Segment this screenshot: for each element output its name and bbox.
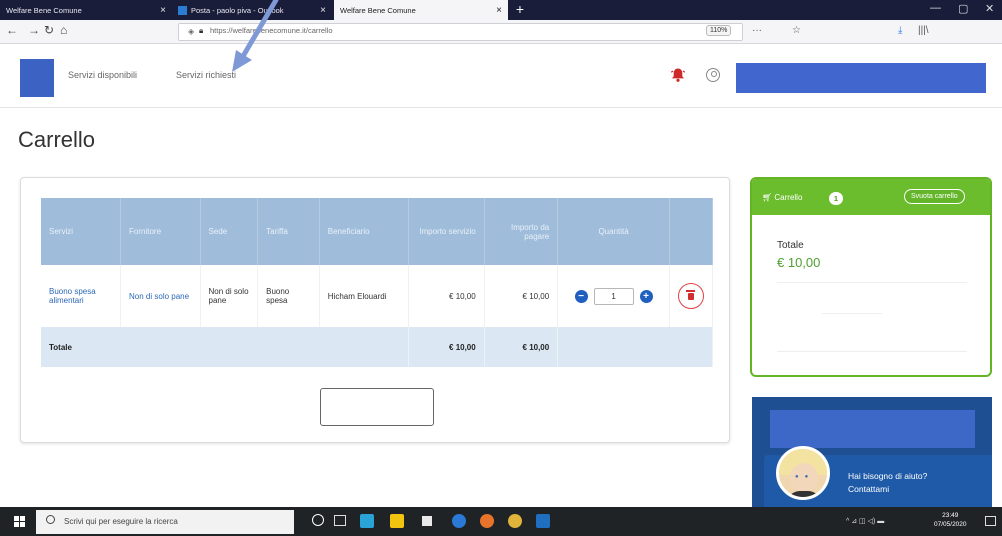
increase-quantity-button[interactable]: +	[639, 289, 653, 303]
task-view-icon[interactable]	[334, 515, 346, 526]
page-title: Carrello	[18, 127, 96, 152]
nav-servizi-disponibili[interactable]: Servizi disponibili	[68, 70, 137, 80]
beneficiario-cell: Hicham Elouardi	[319, 265, 410, 327]
column-header: Importo da pagare	[484, 198, 559, 265]
minimize-button[interactable]: —	[930, 2, 941, 14]
quantity-input[interactable]: 1	[593, 287, 634, 305]
quantity-cell: − 1 +	[557, 265, 670, 327]
system-tray-icons[interactable]: ^ ⊿ ◫ ◁) ▬	[846, 517, 884, 525]
cart-summary-header: 🛒︎ Carrello 1 Svuota carrello	[752, 179, 990, 215]
total-importo-da-pagare: € 10,00	[484, 327, 559, 367]
cart-table: Servizi Fornitore Sede Tariffa Beneficia…	[41, 198, 714, 367]
close-icon[interactable]: ×	[160, 5, 166, 16]
chrome-icon[interactable]	[508, 514, 522, 528]
app-icon-2[interactable]	[536, 514, 550, 528]
divider	[777, 351, 967, 352]
annotation-arrow-icon	[232, 0, 279, 72]
divider	[822, 313, 882, 314]
provider-link[interactable]: Non di solo pane	[120, 265, 201, 327]
summary-total-label: Totale	[777, 240, 804, 251]
tab-title: Welfare Bene Comune	[340, 5, 416, 15]
cart-icon: 🛒︎	[762, 193, 773, 202]
notification-bell-icon[interactable]	[670, 67, 686, 87]
service-link[interactable]: Buono spesa alimentari	[41, 265, 122, 327]
user-account-icon[interactable]	[706, 68, 720, 82]
bookmark-star-icon[interactable]: ☆	[792, 25, 801, 36]
forward-button[interactable]: →	[28, 23, 40, 37]
cart-count-badge: 1	[829, 192, 843, 205]
browser-tab-active[interactable]: Welfare Bene Comune ×	[334, 0, 508, 20]
reload-button[interactable]: ↻	[44, 23, 54, 37]
library-icon[interactable]: |||\	[918, 25, 929, 36]
column-header: Quantità	[557, 198, 670, 265]
page-actions-icon[interactable]: ···	[752, 25, 762, 36]
search-icon	[46, 515, 55, 524]
nav-servizi-richiesti[interactable]: Servizi richiesti	[176, 70, 236, 80]
trash-icon	[686, 290, 696, 300]
empty-cart-button[interactable]: Svuota carrello	[904, 189, 965, 204]
chat-line-2: Contattami	[848, 484, 890, 494]
total-importo-servizio: € 10,00	[408, 327, 485, 367]
total-row: Totale € 10,00 € 10,00	[41, 327, 713, 367]
delete-cell	[669, 265, 714, 327]
cart-summary-card: 🛒︎ Carrello 1 Svuota carrello Totale € 1…	[750, 177, 992, 377]
maximize-button[interactable]: ▢	[958, 2, 968, 15]
quantity-stepper: − 1 +	[566, 287, 661, 305]
store-icon[interactable]	[420, 514, 434, 528]
clock-date: 07/05/2020	[934, 521, 967, 528]
chat-line-1: Hai bisogno di aiuto?	[848, 471, 928, 481]
tab-title: Welfare Bene Comune	[6, 5, 82, 15]
download-icon[interactable]: ⤓	[898, 25, 902, 36]
divider	[777, 282, 967, 283]
importo-servizio-cell: € 10,00	[408, 265, 485, 327]
browser-tab[interactable]: Welfare Bene Comune ×	[0, 0, 172, 20]
windows-start-icon[interactable]	[14, 516, 26, 528]
notification-center-icon[interactable]	[985, 516, 996, 526]
site-logo[interactable]	[20, 59, 54, 97]
file-explorer-icon[interactable]	[390, 514, 404, 528]
lock-icon: 🔒︎	[199, 26, 204, 35]
firefox-icon[interactable]	[480, 514, 494, 528]
close-icon[interactable]: ×	[320, 5, 326, 16]
total-empty	[557, 327, 713, 367]
delete-button[interactable]	[677, 283, 704, 309]
total-label: Totale	[41, 327, 410, 367]
tariffa-cell: Buono spesa	[257, 265, 320, 327]
checkout-button[interactable]	[320, 388, 434, 426]
table-row: Buono spesa alimentari Non di solo pane …	[41, 265, 714, 327]
column-header: Sede	[200, 198, 259, 265]
close-window-button[interactable]: ✕	[985, 2, 994, 15]
close-icon[interactable]: ×	[496, 5, 502, 16]
table-header-row: Servizi Fornitore Sede Tariffa Beneficia…	[41, 198, 714, 265]
column-header: Beneficiario	[319, 198, 410, 265]
home-button[interactable]: ⌂	[60, 23, 67, 37]
zoom-level[interactable]: 110%	[706, 25, 732, 36]
user-name-bar[interactable]	[736, 63, 986, 93]
shield-icon: ◈	[188, 27, 195, 36]
sede-cell: Non di solo pane	[200, 265, 259, 327]
importo-da-pagare-cell: € 10,00	[484, 265, 559, 327]
info-panel-banner	[770, 410, 975, 448]
column-header-empty	[669, 198, 714, 265]
taskbar-search-placeholder[interactable]: Scrivi qui per eseguire la ricerca	[64, 517, 178, 526]
new-tab-button[interactable]: +	[513, 2, 527, 16]
assistant-avatar[interactable]: ●●	[776, 446, 830, 500]
app-icon-1[interactable]	[360, 514, 374, 528]
summary-total-value: € 10,00	[777, 255, 821, 270]
column-header: Servizi	[41, 198, 122, 265]
clock-time: 23:49	[942, 512, 959, 519]
cortana-icon[interactable]	[312, 514, 324, 526]
chat-prompt[interactable]: Hai bisogno di aiuto? Contattami	[848, 470, 927, 496]
cart-summary-title: 🛒︎ Carrello	[762, 193, 802, 202]
back-button[interactable]: ←	[6, 23, 18, 37]
cart-summary-label: Carrello	[774, 193, 803, 202]
decrease-quantity-button[interactable]: −	[574, 289, 588, 303]
taskbar-clock[interactable]: 23:49 07/05/2020	[934, 511, 967, 529]
edge-icon[interactable]	[452, 514, 466, 528]
column-header: Fornitore	[120, 198, 201, 265]
column-header: Importo servizio	[408, 198, 485, 265]
outlook-icon	[178, 5, 187, 15]
avatar-eyes: ●●	[795, 474, 815, 480]
column-header: Tariffa	[257, 198, 320, 265]
